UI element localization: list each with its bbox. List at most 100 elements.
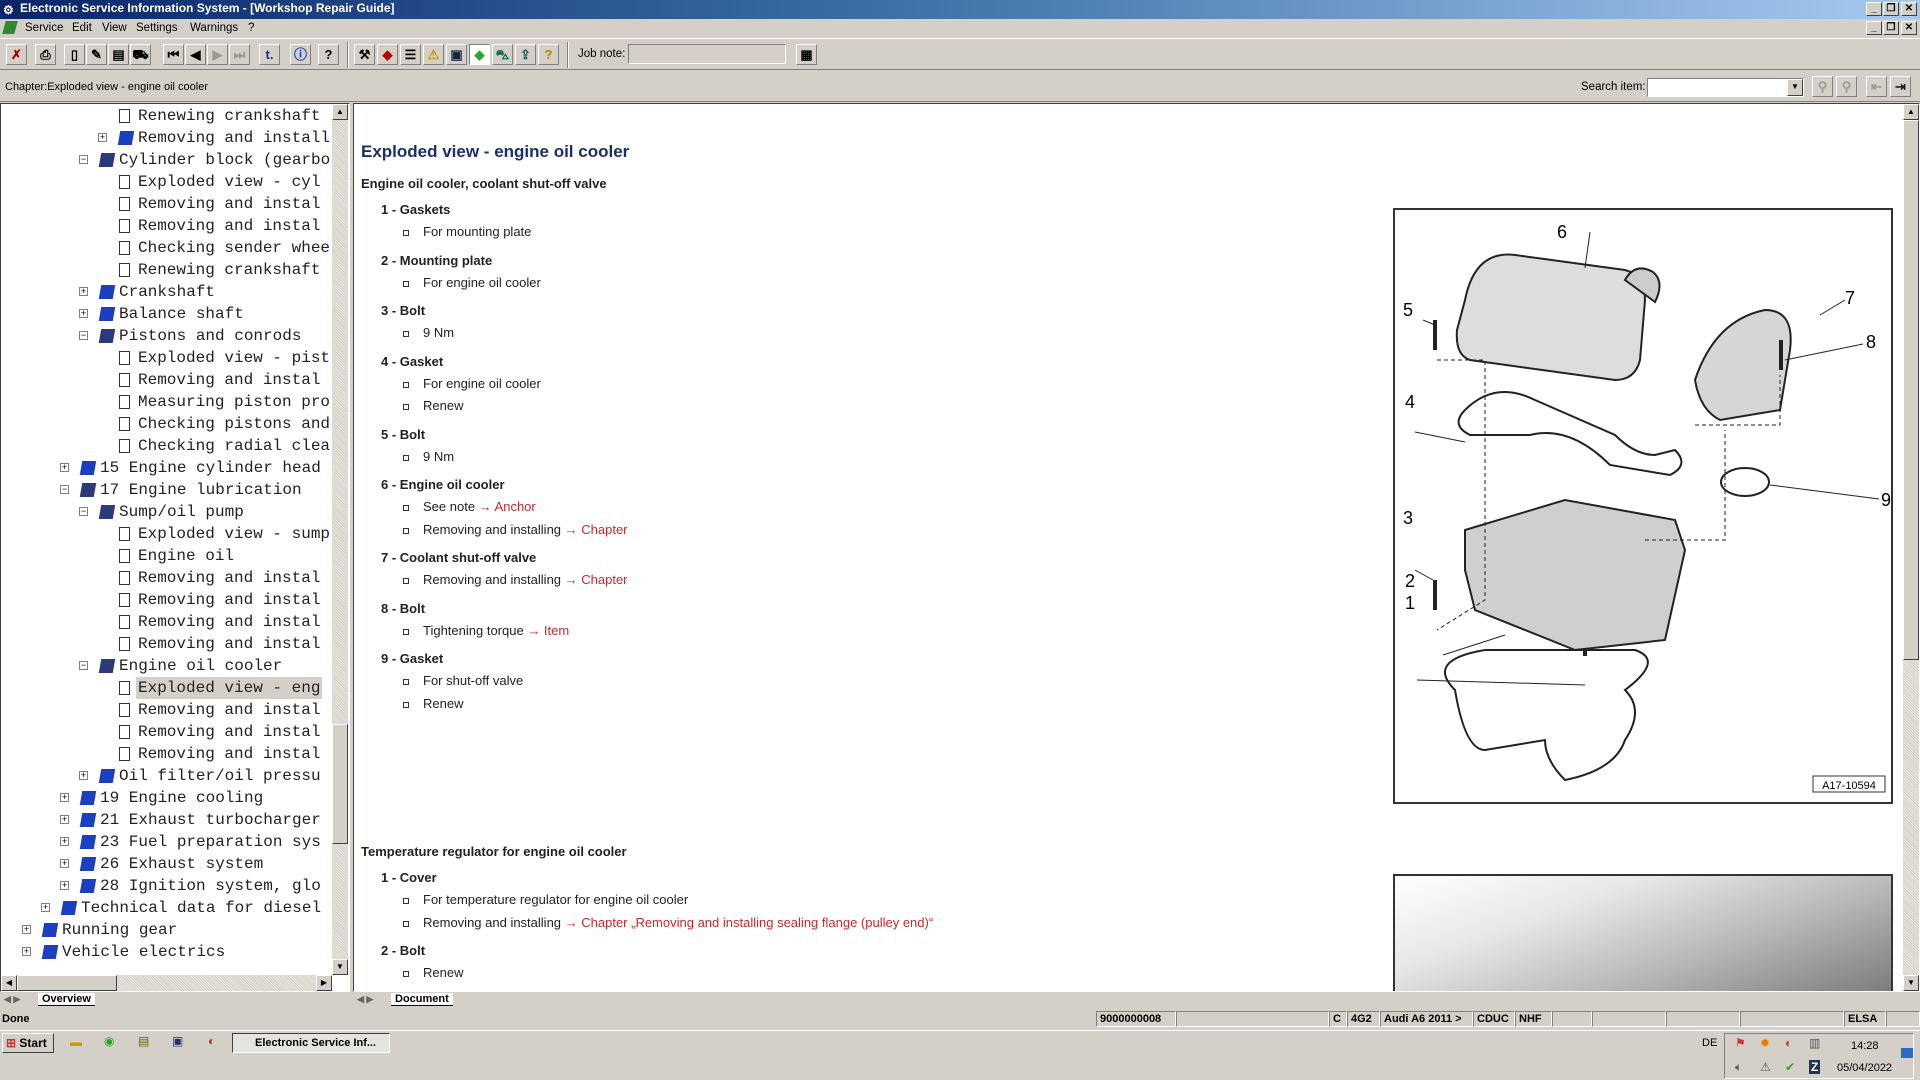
tree-item[interactable]: + Vehicle electrics bbox=[1, 941, 332, 963]
scroll-thumb[interactable] bbox=[332, 724, 348, 844]
tree-item[interactable]: Removing and instal bbox=[1, 369, 332, 391]
expand-icon[interactable]: + bbox=[60, 815, 69, 824]
tree-item[interactable]: Measuring piston pro bbox=[1, 391, 332, 413]
tree-item[interactable]: Removing and instal bbox=[1, 215, 332, 237]
collapse-icon[interactable]: ⇤ bbox=[1866, 76, 1887, 97]
expand-icon[interactable]: + bbox=[60, 837, 69, 846]
tree-vertical-scrollbar[interactable]: ▲ ▼ bbox=[332, 104, 348, 975]
tree-item[interactable]: +15 Engine cylinder head bbox=[1, 457, 332, 479]
language-indicator[interactable]: DE bbox=[1702, 1037, 1717, 1049]
expand-icon[interactable]: + bbox=[79, 287, 88, 296]
doc-scroll-down-icon[interactable]: ▼ bbox=[1903, 975, 1919, 991]
doc-scroll-thumb[interactable] bbox=[1903, 120, 1919, 660]
tray-ccleaner-icon[interactable]: ◐ bbox=[1785, 1036, 1792, 1050]
previous-icon[interactable]: ◀ bbox=[185, 44, 206, 65]
expand-icon[interactable]: + bbox=[60, 463, 69, 472]
collapse-icon[interactable]: − bbox=[60, 485, 69, 494]
clock-date[interactable]: 05/04/2022 bbox=[1837, 1062, 1892, 1074]
vehicle-icon[interactable]: ⛟ bbox=[130, 44, 151, 65]
tree-item[interactable]: − Pistons and conrods bbox=[1, 325, 332, 347]
tree-item[interactable]: +28 Ignition system, glo bbox=[1, 875, 332, 897]
job-note-input[interactable] bbox=[628, 44, 786, 64]
menu-edit[interactable]: Edit bbox=[72, 19, 92, 37]
document-vertical-scrollbar[interactable]: ▲ ▼ bbox=[1903, 104, 1919, 991]
scroll-left-icon[interactable]: ◀ bbox=[1, 975, 17, 991]
tree-item[interactable]: + Crankshaft bbox=[1, 281, 332, 303]
tree-item[interactable]: Removing and instal bbox=[1, 633, 332, 655]
cross-reference-link[interactable]: → Anchor bbox=[479, 499, 536, 514]
expand-icon[interactable]: + bbox=[60, 793, 69, 802]
tree-horizontal-scrollbar[interactable]: ◀ ▶ bbox=[1, 975, 332, 991]
app-shortcut-icon[interactable]: ▣ bbox=[172, 1034, 183, 1048]
expand-icon[interactable]: ⇥ bbox=[1890, 76, 1911, 97]
question-note-icon[interactable]: ? bbox=[538, 44, 559, 65]
clock-time[interactable]: 14:28 bbox=[1851, 1040, 1879, 1052]
expand-icon[interactable]: + bbox=[79, 309, 88, 318]
tree-item[interactable]: − Engine oil cooler bbox=[1, 655, 332, 677]
new-document-icon[interactable]: ▯ bbox=[64, 44, 85, 65]
expand-icon[interactable]: + bbox=[22, 925, 31, 934]
tray-security-icon[interactable]: ⚑ bbox=[1735, 1036, 1746, 1050]
close-app-icon[interactable]: ✗ bbox=[6, 44, 27, 65]
expand-icon[interactable]: + bbox=[60, 859, 69, 868]
search-forward-icon[interactable]: ⚲ bbox=[1812, 76, 1833, 97]
tab-overview[interactable]: Overview bbox=[38, 993, 95, 1006]
collapse-icon[interactable]: − bbox=[79, 331, 88, 340]
book-icon[interactable]: ◆ bbox=[469, 44, 490, 65]
save-icon[interactable]: ▣ bbox=[446, 44, 467, 65]
tree-item[interactable]: Removing and instal bbox=[1, 589, 332, 611]
tray-usb-icon[interactable]: ✔ bbox=[1785, 1060, 1795, 1074]
search-back-icon[interactable]: ⚲ bbox=[1836, 76, 1857, 97]
tray-z-icon[interactable]: Z bbox=[1809, 1060, 1821, 1074]
scroll-right-icon[interactable]: ▶ bbox=[316, 975, 332, 991]
ccleaner-icon[interactable]: ◐ bbox=[208, 1034, 215, 1048]
tree-item[interactable]: +23 Fuel preparation sys bbox=[1, 831, 332, 853]
dropdown-arrow-icon[interactable]: ▼ bbox=[1787, 79, 1803, 96]
tree-item[interactable]: + Balance shaft bbox=[1, 303, 332, 325]
hscroll-thumb[interactable] bbox=[17, 975, 117, 991]
doc-close-button[interactable]: ✕ bbox=[1901, 21, 1917, 35]
chrome-icon[interactable]: ◉ bbox=[104, 1034, 114, 1048]
minimize-button[interactable]: _ bbox=[1866, 2, 1882, 16]
tree-item[interactable]: Exploded view - eng bbox=[1, 677, 332, 699]
collapse-icon[interactable]: − bbox=[79, 661, 88, 670]
tree-item[interactable]: Engine oil bbox=[1, 545, 332, 567]
tools-icon[interactable]: ⚒ bbox=[354, 44, 375, 65]
tree-item[interactable]: +21 Exhaust turbocharger bbox=[1, 809, 332, 831]
expand-icon[interactable]: + bbox=[22, 947, 31, 956]
tree-item[interactable]: Exploded view - pist bbox=[1, 347, 332, 369]
export-icon[interactable]: ⇪ bbox=[515, 44, 536, 65]
next-icon[interactable]: ▶ bbox=[207, 44, 228, 65]
scroll-down-icon[interactable]: ▼ bbox=[332, 959, 348, 975]
show-desktop-icon[interactable] bbox=[1901, 1048, 1913, 1058]
print-icon[interactable]: ⎙ bbox=[35, 44, 56, 65]
expand-icon[interactable]: + bbox=[79, 771, 88, 780]
tree-item[interactable]: Removing and instal bbox=[1, 743, 332, 765]
tree-item[interactable]: Removing and instal bbox=[1, 567, 332, 589]
doc-minimize-button[interactable]: _ bbox=[1866, 21, 1882, 35]
collapse-icon[interactable]: − bbox=[79, 507, 88, 516]
menu-help[interactable]: ? bbox=[248, 19, 254, 37]
doc-restore-button[interactable]: ❐ bbox=[1883, 21, 1899, 35]
list-icon[interactable]: ☰ bbox=[400, 44, 421, 65]
tab-scroll-icon[interactable]: ◀ ▶ bbox=[4, 994, 20, 1005]
tree-item[interactable]: Checking pistons and bbox=[1, 413, 332, 435]
menu-settings[interactable]: Settings bbox=[136, 19, 178, 37]
search-item-input[interactable]: ▼ bbox=[1647, 78, 1804, 97]
cross-reference-link[interactable]: → Chapter bbox=[565, 572, 628, 587]
tree-item[interactable]: Checking radial clea bbox=[1, 435, 332, 457]
menu-warnings[interactable]: Warnings bbox=[190, 19, 238, 37]
tray-avast-icon[interactable]: ✹ bbox=[1760, 1036, 1770, 1050]
tray-warning-icon[interactable]: ⚠ bbox=[1760, 1060, 1771, 1074]
restore-button[interactable]: ❐ bbox=[1883, 2, 1899, 16]
last-icon[interactable]: ⏭ bbox=[229, 44, 250, 65]
info-icon[interactable]: ⓘ bbox=[290, 44, 311, 65]
tree-item[interactable]: + Removing and install bbox=[1, 127, 332, 149]
tree-item[interactable]: Renewing crankshaft bbox=[1, 105, 332, 127]
clipboard-icon[interactable]: ▤ bbox=[108, 44, 129, 65]
cross-reference-link[interactable]: → Chapter bbox=[565, 522, 628, 537]
start-button[interactable]: ⊞ Start bbox=[2, 1033, 54, 1053]
help-icon[interactable]: ? bbox=[318, 44, 339, 65]
job-note-button[interactable]: ▦ bbox=[796, 44, 817, 65]
collapse-icon[interactable]: − bbox=[79, 155, 88, 164]
